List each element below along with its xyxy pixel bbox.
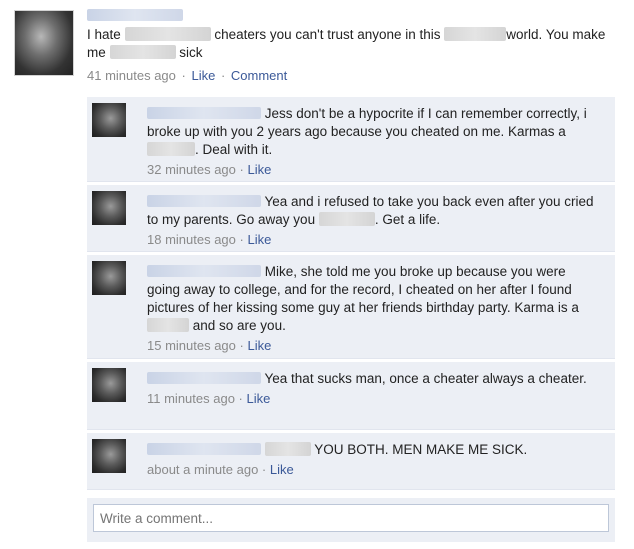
redacted-name[interactable] bbox=[147, 372, 261, 384]
comment-meta: 32 minutes ago · Like bbox=[147, 162, 272, 177]
comment-meta: 11 minutes ago · Like bbox=[147, 391, 271, 406]
comment-body: Jess don't be a hypocrite if I can remem… bbox=[147, 105, 599, 177]
post-text-part: I hate bbox=[87, 27, 121, 42]
comment-text-part: . Deal with it. bbox=[195, 142, 273, 157]
comment-text-part: . Get a life. bbox=[374, 212, 441, 227]
comment-item: Mike, she told me you broke up because y… bbox=[87, 255, 615, 359]
comment-text: Yea that sucks man, once a cheater alway… bbox=[147, 370, 599, 388]
comment-like-link[interactable]: Like bbox=[247, 391, 271, 406]
redacted-name[interactable] bbox=[147, 443, 261, 455]
redacted-name bbox=[87, 9, 183, 21]
comment-text: Yea and i refused to take you back even … bbox=[147, 193, 599, 229]
commenter-avatar[interactable] bbox=[92, 439, 126, 473]
commenter-avatar[interactable] bbox=[92, 261, 126, 295]
comment-text: YOU BOTH. MEN MAKE ME SICK. bbox=[147, 441, 599, 459]
post-meta: 41 minutes ago · Like · Comment bbox=[87, 68, 617, 83]
redacted-name[interactable] bbox=[147, 265, 261, 277]
redacted-word bbox=[444, 27, 507, 41]
comment-text: Mike, she told me you broke up because y… bbox=[147, 263, 599, 335]
comment-body: Yea that sucks man, once a cheater alway… bbox=[147, 370, 599, 406]
facebook-status-post: I hate cheaters you can't trust anyone i… bbox=[0, 0, 634, 549]
comment-text: Jess don't be a hypocrite if I can remem… bbox=[147, 105, 599, 159]
comment-timestamp[interactable]: 32 minutes ago bbox=[147, 162, 236, 177]
comment-meta: about a minute ago · Like bbox=[147, 462, 294, 477]
comment-text-part: and so are you. bbox=[192, 318, 286, 333]
separator-dot: · bbox=[177, 68, 190, 83]
comment-timestamp[interactable]: 18 minutes ago bbox=[147, 232, 236, 247]
post-timestamp[interactable]: 41 minutes ago bbox=[87, 68, 176, 83]
redacted-word bbox=[318, 212, 375, 226]
post-text-part: sick bbox=[179, 45, 203, 60]
comment-like-link[interactable]: Like bbox=[270, 462, 294, 477]
comment-like-link[interactable]: Like bbox=[247, 232, 271, 247]
redacted-word bbox=[264, 442, 311, 456]
commenter-avatar[interactable] bbox=[92, 103, 126, 137]
comment-timestamp[interactable]: 11 minutes ago bbox=[147, 391, 235, 406]
poster-name-redacted[interactable] bbox=[87, 8, 617, 23]
redacted-name[interactable] bbox=[147, 195, 261, 207]
comment-text-part: YOU BOTH. MEN MAKE ME SICK. bbox=[314, 442, 528, 457]
post-comment-link[interactable]: Comment bbox=[231, 68, 287, 83]
comment-timestamp[interactable]: 15 minutes ago bbox=[147, 338, 236, 353]
post-body: I hate cheaters you can't trust anyone i… bbox=[87, 8, 617, 83]
comment-timestamp[interactable]: about a minute ago bbox=[147, 462, 258, 477]
comment-item: YOU BOTH. MEN MAKE ME SICK. about a minu… bbox=[87, 433, 615, 490]
write-comment-input[interactable] bbox=[93, 504, 609, 532]
comment-like-link[interactable]: Like bbox=[247, 162, 271, 177]
comment-body: Mike, she told me you broke up because y… bbox=[147, 263, 599, 353]
comment-meta: 18 minutes ago · Like bbox=[147, 232, 272, 247]
post-text-part: cheaters you can't trust anyone in this bbox=[214, 27, 441, 42]
comment-meta: 15 minutes ago · Like bbox=[147, 338, 272, 353]
write-comment-box bbox=[87, 498, 615, 542]
redacted-word bbox=[109, 45, 176, 59]
comment-body: Yea and i refused to take you back even … bbox=[147, 193, 599, 247]
comment-like-link[interactable]: Like bbox=[247, 338, 271, 353]
redacted-word bbox=[147, 142, 195, 156]
redacted-word bbox=[124, 27, 211, 41]
comment-text-part: Yea that sucks man, once a cheater alway… bbox=[264, 371, 587, 386]
redacted-word bbox=[147, 318, 189, 332]
commenter-avatar[interactable] bbox=[92, 368, 126, 402]
comment-item: Yea that sucks man, once a cheater alway… bbox=[87, 362, 615, 430]
poster-avatar[interactable] bbox=[14, 10, 74, 76]
comment-item: Jess don't be a hypocrite if I can remem… bbox=[87, 97, 615, 182]
comment-body: YOU BOTH. MEN MAKE ME SICK. about a minu… bbox=[147, 441, 599, 477]
comment-item: Yea and i refused to take you back even … bbox=[87, 185, 615, 252]
separator-dot: · bbox=[217, 68, 229, 83]
commenter-avatar[interactable] bbox=[92, 191, 126, 225]
redacted-name[interactable] bbox=[147, 107, 261, 119]
post-like-link[interactable]: Like bbox=[191, 68, 215, 83]
comment-list: Jess don't be a hypocrite if I can remem… bbox=[87, 97, 615, 493]
post-text: I hate cheaters you can't trust anyone i… bbox=[87, 26, 617, 62]
